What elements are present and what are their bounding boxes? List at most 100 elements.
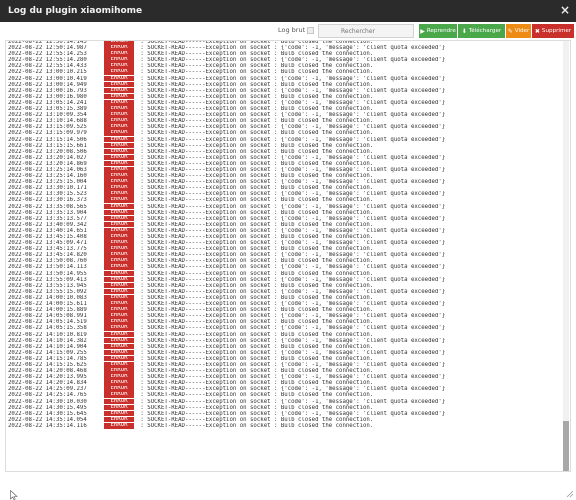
- log-message: SOCKET-READ------Exception on socket : {…: [147, 301, 446, 308]
- log-message: SOCKET-READ------Exception on socket : {…: [147, 398, 446, 405]
- error-level-badge: ERROR: [104, 307, 134, 313]
- log-separator: :: [137, 45, 148, 52]
- log-separator: :: [137, 209, 148, 216]
- log-message: SOCKET-READ------Exception on socket : {…: [147, 264, 446, 271]
- log-message: SOCKET-READ------Exception on socket : {…: [147, 179, 446, 186]
- log-viewer[interactable]: 2022-08-22 12:50:14.143 ERROR : SOCKET-RE…: [5, 40, 571, 472]
- error-level-badge: ERROR: [104, 154, 134, 161]
- vider-button[interactable]: ✎ Vider: [506, 24, 531, 38]
- download-icon: ⬇: [461, 27, 467, 35]
- log-separator: :: [137, 282, 148, 289]
- log-message: SOCKET-READ------Exception on socket : {…: [147, 276, 446, 283]
- error-level-badge: ERROR: [104, 69, 134, 76]
- error-level-badge: ERROR: [104, 374, 134, 380]
- log-message: SOCKET-READ------Exception on socket : {…: [147, 99, 446, 106]
- log-separator: :: [137, 294, 148, 301]
- telecharger-button[interactable]: ⬇ Télécharger: [458, 24, 505, 38]
- reprendre-label: Reprendre: [426, 28, 456, 34]
- log-separator: :: [137, 93, 148, 100]
- log-message: SOCKET-READ------Exception on socket : {…: [147, 87, 446, 94]
- log-separator: :: [137, 166, 148, 173]
- window-titlebar: Log du plugin xiaomihome ×: [0, 0, 576, 22]
- error-level-badge: ERROR: [104, 258, 134, 264]
- log-message: SOCKET-READ------Exception on socket : {…: [147, 313, 446, 320]
- log-message: SOCKET-READ------Exception on socket : {…: [147, 361, 446, 368]
- error-level-badge: ERROR: [104, 203, 134, 210]
- log-separator: :: [137, 368, 148, 375]
- close-icon[interactable]: ×: [560, 3, 570, 17]
- log-message: SOCKET-READ------Exception on socket : {…: [147, 166, 446, 173]
- log-separator: :: [137, 343, 148, 350]
- log-separator: :: [137, 148, 148, 155]
- log-separator: :: [137, 112, 148, 119]
- log-message: SOCKET-READ------Exception on socket : B…: [147, 130, 374, 137]
- error-level-badge: ERROR: [104, 349, 134, 356]
- log-separator: :: [137, 276, 148, 283]
- error-level-badge: ERROR: [104, 166, 134, 173]
- log-message: SOCKET-READ------Exception on socket : B…: [147, 404, 374, 411]
- log-message: SOCKET-READ------Exception on socket : B…: [147, 368, 374, 375]
- error-level-badge: ERROR: [104, 270, 134, 277]
- error-level-badge: ERROR: [104, 234, 134, 240]
- log-message: SOCKET-READ------Exception on socket : {…: [147, 45, 446, 52]
- supprimer-label: Supprimer: [541, 28, 572, 34]
- log-message: SOCKET-READ------Exception on socket : {…: [147, 154, 446, 161]
- error-level-badge: ERROR: [104, 142, 134, 149]
- log-separator: :: [137, 301, 148, 308]
- log-separator: :: [137, 410, 148, 417]
- log-message: SOCKET-READ------Exception on socket : B…: [147, 142, 374, 149]
- log-message: SOCKET-READ------Exception on socket : {…: [147, 337, 446, 344]
- log-brut-checkbox[interactable]: [307, 27, 314, 34]
- log-separator: :: [137, 191, 148, 198]
- log-separator: :: [137, 234, 148, 240]
- log-message: SOCKET-READ------Exception on socket : B…: [147, 173, 374, 180]
- error-level-badge: ERROR: [104, 337, 134, 344]
- log-scrollbar[interactable]: [563, 41, 569, 471]
- error-level-badge: ERROR: [104, 191, 134, 197]
- log-message: SOCKET-READ------Exception on socket : B…: [147, 258, 374, 265]
- reprendre-button[interactable]: ▶ Reprendre: [419, 24, 457, 38]
- log-message: SOCKET-READ------Exception on socket : B…: [147, 93, 374, 100]
- log-separator: :: [137, 130, 148, 137]
- error-level-badge: ERROR: [104, 136, 134, 143]
- log-separator: :: [137, 307, 148, 314]
- log-message: SOCKET-READ------Exception on socket : {…: [147, 215, 446, 222]
- log-separator: :: [137, 136, 148, 143]
- error-level-badge: ERROR: [104, 355, 134, 362]
- log-message: SOCKET-READ------Exception on socket : B…: [147, 343, 374, 350]
- log-separator: :: [137, 197, 148, 204]
- error-level-badge: ERROR: [104, 240, 134, 246]
- log-separator: :: [137, 313, 148, 320]
- log-separator: :: [137, 319, 148, 326]
- resize-grip-icon[interactable]: [566, 490, 574, 498]
- log-separator: :: [137, 57, 148, 64]
- log-message: SOCKET-READ------Exception on socket : B…: [147, 118, 374, 125]
- log-timestamp: 2022-08-22 14:35:14.116: [8, 422, 87, 429]
- error-level-badge: ERROR: [104, 294, 134, 301]
- error-level-badge: ERROR: [104, 313, 134, 319]
- log-brut-label: Log brut: [278, 26, 306, 34]
- log-separator: :: [137, 227, 148, 234]
- error-level-badge: ERROR: [104, 118, 134, 124]
- error-level-badge: ERROR: [104, 343, 134, 350]
- error-level-badge: ERROR: [104, 301, 134, 307]
- error-level-badge: ERROR: [104, 416, 134, 423]
- log-message: SOCKET-READ------Exception on socket : B…: [147, 392, 374, 399]
- log-message: SOCKET-READ------Exception on socket : {…: [147, 57, 446, 64]
- log-message: SOCKET-READ------Exception on socket : B…: [147, 51, 374, 58]
- scrollbar-thumb[interactable]: [563, 421, 569, 471]
- log-message: SOCKET-READ------Exception on socket : B…: [147, 221, 374, 228]
- log-separator: :: [137, 81, 148, 88]
- search-input[interactable]: [318, 24, 414, 38]
- error-level-badge: ERROR: [104, 392, 134, 399]
- supprimer-button[interactable]: ✖ Supprimer: [532, 24, 574, 38]
- error-level-badge: ERROR: [104, 99, 134, 106]
- error-level-badge: ERROR: [104, 227, 134, 234]
- log-message: SOCKET-READ------Exception on socket : B…: [147, 319, 374, 326]
- telecharger-label: Télécharger: [468, 28, 502, 34]
- error-level-badge: ERROR: [104, 209, 134, 216]
- log-message: SOCKET-READ------Exception on socket : {…: [147, 75, 446, 82]
- log-separator: :: [137, 118, 148, 125]
- log-separator: :: [137, 51, 148, 58]
- error-level-badge: ERROR: [104, 368, 134, 374]
